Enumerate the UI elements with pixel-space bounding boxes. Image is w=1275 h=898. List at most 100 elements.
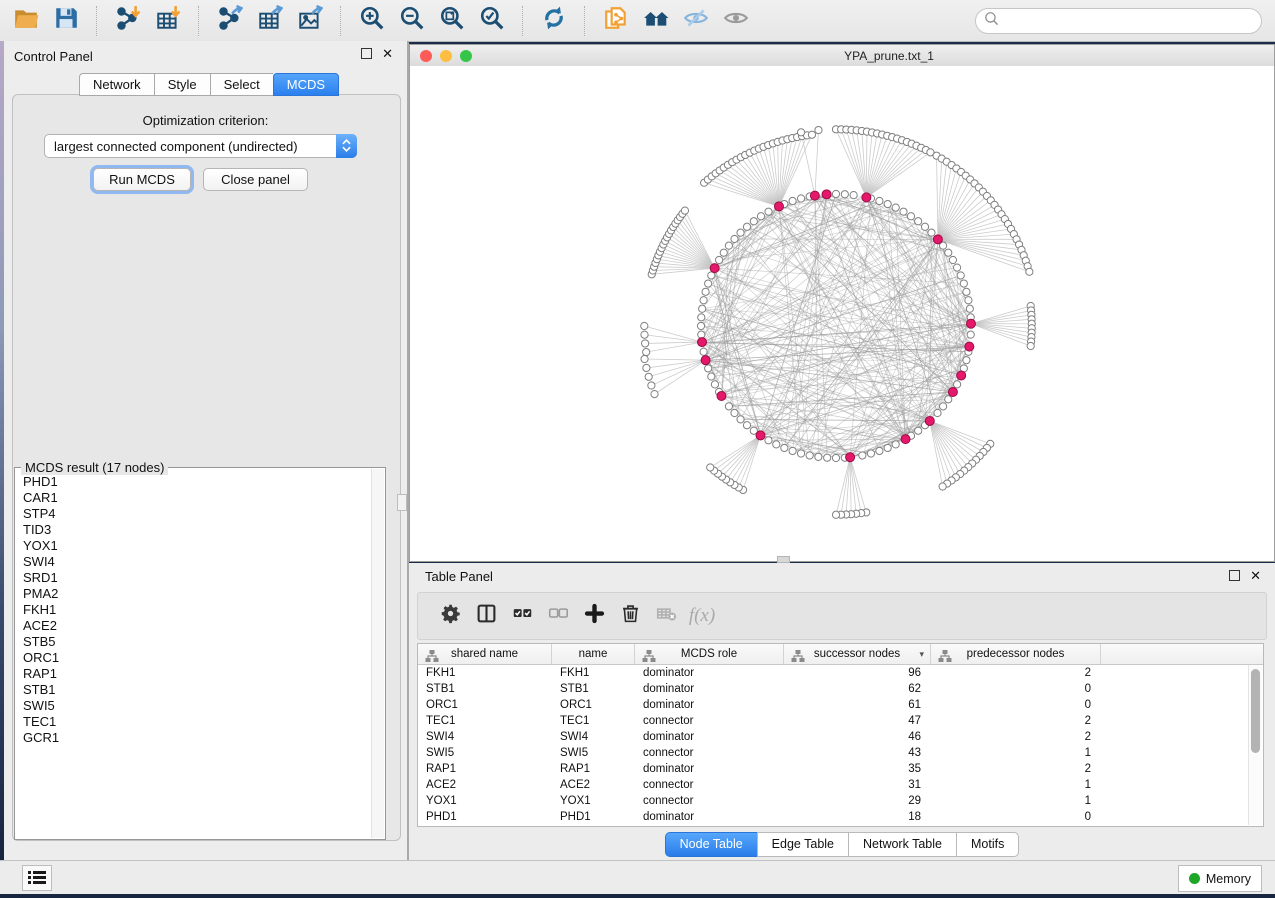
table-row[interactable]: RAP1RAP1dominator352	[418, 761, 1263, 777]
table-row[interactable]: YOX1YOX1connector291	[418, 793, 1263, 809]
leaf-node[interactable]	[681, 207, 688, 214]
mcds-result-item[interactable]: SWI4	[23, 554, 372, 570]
ring-node[interactable]	[797, 450, 804, 457]
ring-node[interactable]	[715, 256, 722, 263]
column-header-shared-name[interactable]: shared name	[418, 644, 552, 664]
leaf-node[interactable]	[643, 348, 650, 355]
mcds-hub-node[interactable]	[948, 388, 957, 397]
mcds-hub-node[interactable]	[862, 193, 871, 202]
apply-layout-button[interactable]	[534, 4, 574, 38]
save-session-button[interactable]	[46, 4, 86, 38]
ring-node[interactable]	[773, 441, 780, 448]
tab-motifs[interactable]: Motifs	[956, 832, 1019, 857]
leaf-node[interactable]	[797, 129, 804, 136]
criterion-dropdown[interactable]: largest connected component (undirected)	[44, 134, 357, 158]
tab-network[interactable]: Network	[79, 73, 154, 96]
ring-node[interactable]	[698, 314, 705, 321]
mcds-result-item[interactable]: ORC1	[23, 650, 372, 666]
ring-node[interactable]	[789, 447, 796, 454]
run-mcds-button[interactable]: Run MCDS	[93, 168, 191, 191]
mcds-hub-node[interactable]	[717, 391, 726, 400]
mcds-hub-node[interactable]	[710, 264, 719, 273]
mcds-result-scrollbar[interactable]	[371, 469, 384, 838]
leaf-node[interactable]	[642, 340, 649, 347]
ring-node[interactable]	[797, 195, 804, 202]
open-file-button[interactable]	[6, 4, 46, 38]
ring-node[interactable]	[915, 427, 922, 434]
export-image-button[interactable]	[290, 4, 330, 38]
ring-node[interactable]	[953, 381, 960, 388]
ring-node[interactable]	[781, 444, 788, 451]
ring-node[interactable]	[757, 213, 764, 220]
clone-network-button[interactable]	[596, 4, 636, 38]
tab-network-table[interactable]: Network Table	[848, 832, 956, 857]
ring-node[interactable]	[708, 373, 715, 380]
task-history-button[interactable]	[22, 865, 52, 891]
ring-node[interactable]	[934, 409, 941, 416]
ring-node[interactable]	[720, 249, 727, 256]
ring-node[interactable]	[892, 204, 899, 211]
table-scrollbar-thumb[interactable]	[1251, 669, 1260, 753]
table-scrollbar[interactable]	[1248, 665, 1262, 825]
table-row[interactable]: ACE2ACE2connector311	[418, 777, 1263, 793]
table-row[interactable]: SWI5SWI5connector431	[418, 745, 1263, 761]
mcds-hub-node[interactable]	[774, 202, 783, 211]
ring-node[interactable]	[953, 264, 960, 271]
mcds-result-item[interactable]: STB1	[23, 682, 372, 698]
mcds-hub-node[interactable]	[965, 342, 974, 351]
ring-node[interactable]	[725, 403, 732, 410]
column-header-predecessor-nodes[interactable]: predecessor nodes	[931, 644, 1101, 664]
select-all-rows-button[interactable]	[504, 598, 540, 634]
ring-node[interactable]	[700, 297, 707, 304]
mcds-hub-node[interactable]	[701, 356, 710, 365]
mcds-result-item[interactable]: YOX1	[23, 538, 372, 554]
leaf-node[interactable]	[651, 391, 658, 398]
ring-node[interactable]	[725, 242, 732, 249]
ring-node[interactable]	[928, 229, 935, 236]
network-window-titlebar[interactable]: YPA_prune.txt_1	[410, 45, 1274, 67]
export-table-button[interactable]	[250, 4, 290, 38]
mcds-hub-node[interactable]	[698, 338, 707, 347]
float-table-panel-icon[interactable]	[1229, 570, 1240, 581]
ring-node[interactable]	[915, 218, 922, 225]
deselect-all-rows-button[interactable]	[540, 598, 576, 634]
mcds-hub-node[interactable]	[966, 319, 975, 328]
leaf-node[interactable]	[707, 464, 714, 471]
tab-style[interactable]: Style	[154, 73, 210, 96]
mcds-hub-node[interactable]	[822, 190, 831, 199]
mcds-result-item[interactable]: TID3	[23, 522, 372, 538]
mcds-result-item[interactable]: FKH1	[23, 602, 372, 618]
mcds-result-item[interactable]: PHD1	[23, 474, 372, 490]
mcds-result-item[interactable]: PMA2	[23, 586, 372, 602]
delete-column-button[interactable]	[612, 598, 648, 634]
ring-node[interactable]	[832, 190, 839, 197]
window-minimize-button[interactable]	[440, 50, 452, 62]
mcds-hub-node[interactable]	[925, 416, 934, 425]
ring-node[interactable]	[884, 444, 891, 451]
mcds-result-item[interactable]: TEC1	[23, 714, 372, 730]
ring-node[interactable]	[750, 218, 757, 225]
table-row[interactable]: PHD1PHD1dominator180	[418, 809, 1263, 825]
ring-node[interactable]	[731, 235, 738, 242]
ring-node[interactable]	[841, 191, 848, 198]
mcds-hub-node[interactable]	[901, 435, 910, 444]
leaf-node[interactable]	[832, 511, 839, 518]
ring-node[interactable]	[705, 365, 712, 372]
tab-node-table[interactable]: Node Table	[665, 832, 757, 857]
ring-node[interactable]	[699, 305, 706, 312]
ring-node[interactable]	[743, 422, 750, 429]
mcds-hub-node[interactable]	[846, 453, 855, 462]
first-neighbors-button[interactable]	[636, 4, 676, 38]
ring-node[interactable]	[921, 223, 928, 230]
ring-node[interactable]	[702, 288, 709, 295]
ring-node[interactable]	[705, 280, 712, 287]
mcds-result-item[interactable]: CAR1	[23, 490, 372, 506]
ring-node[interactable]	[743, 223, 750, 230]
memory-button[interactable]: Memory	[1178, 865, 1262, 892]
ring-node[interactable]	[850, 192, 857, 199]
leaf-node[interactable]	[808, 131, 815, 138]
ring-node[interactable]	[731, 409, 738, 416]
vertical-splitter-handle[interactable]	[397, 494, 407, 511]
column-visibility-button[interactable]	[468, 598, 504, 634]
ring-node[interactable]	[966, 305, 973, 312]
